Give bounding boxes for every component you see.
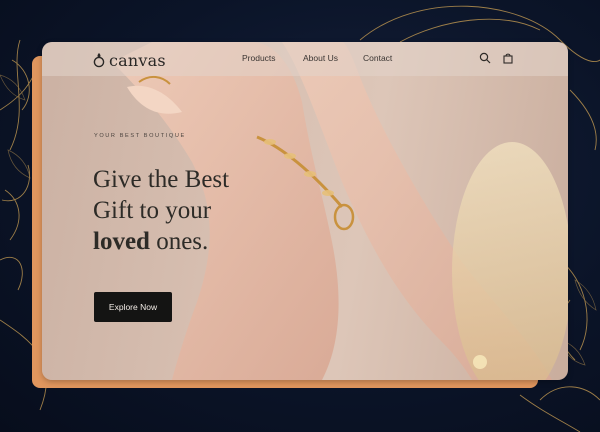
nav-link-about-us[interactable]: About Us	[303, 53, 338, 63]
hero-eyebrow: YOUR BEST BOUTIQUE	[94, 133, 186, 139]
website-mockup: canvas Products About Us Contact YOUR BE…	[42, 42, 568, 380]
nav-link-products[interactable]: Products	[242, 53, 276, 63]
nav-link-contact[interactable]: Contact	[363, 53, 392, 63]
headline-line-2: Gift to your	[93, 197, 212, 224]
headline-line-1: Give the Best	[93, 166, 230, 193]
brand-logo[interactable]: canvas	[92, 50, 166, 70]
hero-headline: Give the Best Gift to your loved ones.	[93, 164, 263, 257]
search-icon[interactable]	[479, 52, 491, 64]
explore-now-button[interactable]: Explore Now	[94, 292, 172, 322]
shopping-bag-icon[interactable]	[502, 52, 514, 64]
headline-line-3-rest: ones.	[149, 228, 209, 255]
headline-emphasis: loved	[93, 228, 150, 255]
flame-ring-icon	[93, 53, 105, 68]
top-navbar: canvas Products About Us Contact	[42, 42, 568, 76]
headline-line-3: loved ones.	[93, 226, 263, 257]
brand-name: canvas	[109, 50, 166, 70]
